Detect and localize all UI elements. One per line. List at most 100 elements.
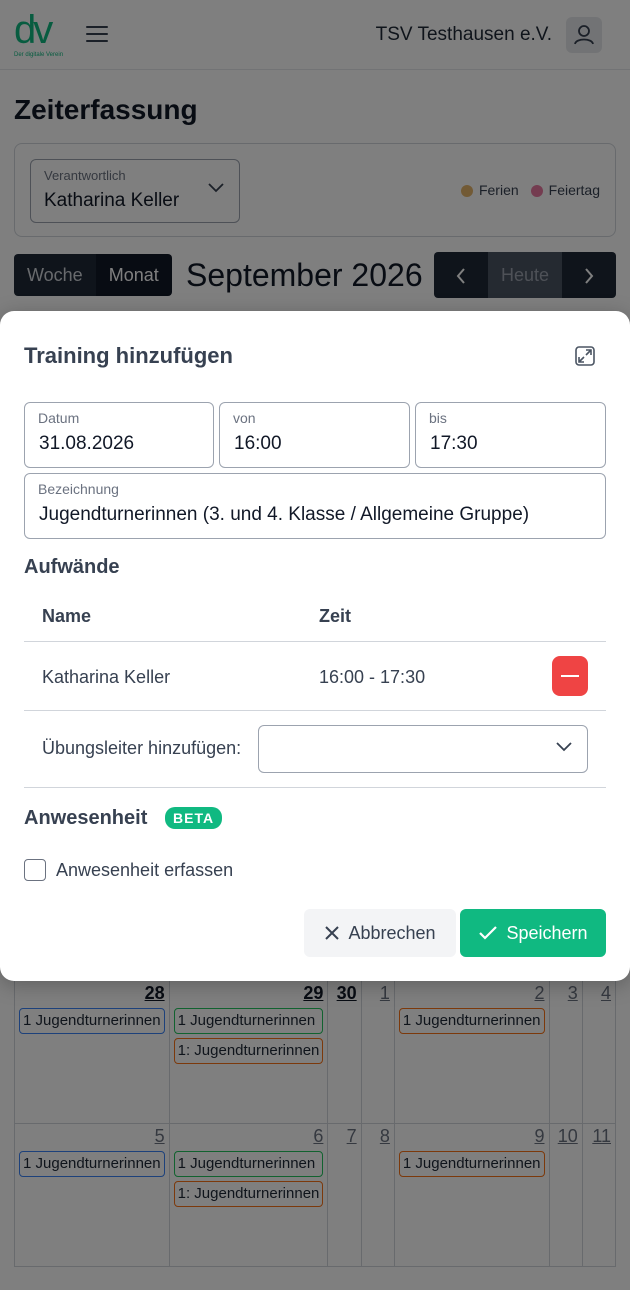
- next-month-button[interactable]: [562, 252, 616, 298]
- calendar-day-number[interactable]: 29: [174, 983, 323, 1004]
- row-name: Katharina Keller: [42, 667, 171, 687]
- attendance-checkbox-label: Anwesenheit erfassen: [56, 859, 234, 880]
- calendar-day-cell[interactable]: 9 1 Jugendturnerinnen: [394, 1124, 550, 1267]
- responsible-label: Verantwortlich: [44, 168, 126, 183]
- calendar-event[interactable]: 1 Jugendturnerinnen: [173, 1151, 324, 1177]
- week-view-button[interactable]: Woche: [14, 254, 96, 296]
- date-field[interactable]: Datum 31.08.2026: [24, 402, 214, 468]
- page-title: Zeiterfassung: [14, 94, 198, 125]
- table-header: Name Zeit: [24, 588, 606, 642]
- calendar-event[interactable]: 1 Jugendturnerinnen: [398, 1151, 545, 1177]
- save-button[interactable]: Speichern: [460, 909, 606, 957]
- prev-month-button[interactable]: [434, 252, 488, 298]
- user-icon: [574, 25, 594, 45]
- table-row: Katharina Keller 16:00 - 17:30: [24, 642, 606, 711]
- calendar-day-cell[interactable]: 30: [328, 981, 362, 1124]
- expenses-heading: Aufwände: [24, 556, 120, 578]
- time-from-field[interactable]: von 16:00: [219, 402, 410, 468]
- responsible-select[interactable]: Verantwortlich Katharina Keller: [30, 159, 240, 223]
- view-toggle: Woche Monat: [14, 254, 172, 296]
- calendar-day-cell[interactable]: 6 1 Jugendturnerinnen 1: Jugendturnerinnen: [169, 1124, 329, 1267]
- legend-ferien: Ferien: [460, 182, 519, 198]
- calendar-event[interactable]: 1: Jugendturnerinnen: [173, 1038, 324, 1064]
- today-button[interactable]: Heute: [488, 252, 562, 298]
- cancel-label: Abbrechen: [348, 922, 436, 943]
- calendar-day-number[interactable]: 11: [587, 1126, 611, 1147]
- calendar-day-number[interactable]: 5: [19, 1126, 165, 1147]
- date-value: 31.08.2026: [39, 433, 135, 454]
- time-from-value: 16:00: [234, 433, 282, 454]
- hamburger-menu-icon[interactable]: [86, 26, 108, 44]
- title-value: Jugendturnerinnen (3. und 4. Klasse / Al…: [39, 504, 530, 525]
- attendance-checkbox-row[interactable]: Anwesenheit erfassen: [24, 859, 233, 881]
- club-name: TSV Testhausen e.V.: [375, 24, 552, 45]
- user-avatar-button[interactable]: [566, 17, 602, 53]
- title-field[interactable]: Bezeichnung Jugendturnerinnen (3. und 4.…: [24, 473, 606, 539]
- modal-title: Training hinzufügen: [24, 343, 233, 368]
- legend-feiertag: Feiertag: [530, 182, 600, 198]
- row-time: 16:00 - 17:30: [319, 667, 426, 687]
- expand-button[interactable]: [574, 345, 596, 367]
- calendar-day-cell[interactable]: 2 1 Jugendturnerinnen: [394, 981, 550, 1124]
- add-training-modal: Training hinzufügen Datum 31.08.2026 von…: [0, 311, 630, 981]
- save-label: Speichern: [506, 922, 588, 943]
- add-trainer-select[interactable]: [258, 725, 588, 773]
- calendar-event[interactable]: 1 Jugendturnerinnen: [398, 1008, 545, 1034]
- time-to-label: bis: [429, 410, 447, 426]
- month-title: September 2026: [186, 257, 423, 293]
- logo-tagline: Der digitale Verein: [14, 52, 64, 58]
- time-to-value: 17:30: [430, 433, 478, 454]
- calendar-day-cell[interactable]: 28 1 Jugendturnerinnen: [15, 981, 170, 1124]
- col-time-header: Zeit: [319, 606, 352, 626]
- calendar-day-cell[interactable]: 10: [549, 1124, 583, 1267]
- add-trainer-label: Übungsleiter hinzufügen:: [42, 738, 242, 758]
- calendar-day-number[interactable]: 9: [399, 1126, 544, 1147]
- chevron-down-icon: [208, 183, 224, 193]
- title-label: Bezeichnung: [38, 481, 119, 497]
- attendance-heading: Anwesenheit: [24, 807, 148, 829]
- calendar-nav: Heute: [434, 252, 616, 298]
- calendar-day-cell[interactable]: 8: [361, 1124, 395, 1267]
- calendar-day-number[interactable]: 8: [366, 1126, 390, 1147]
- calendar-day-number[interactable]: 10: [554, 1126, 578, 1147]
- calendar-event[interactable]: 1 Jugendturnerinnen: [173, 1008, 324, 1034]
- calendar-day-number[interactable]: 28: [19, 983, 165, 1004]
- calendar-day-number[interactable]: 3: [554, 983, 578, 1004]
- calendar-day-cell[interactable]: 11: [582, 1124, 616, 1267]
- expenses-table: Name Zeit Katharina Keller 16:00 - 17:30…: [24, 588, 606, 788]
- beta-badge: BETA: [165, 807, 223, 829]
- filter-card: Verantwortlich Katharina Keller Ferien F…: [14, 143, 616, 237]
- calendar-day-cell[interactable]: 5 1 Jugendturnerinnen: [15, 1124, 170, 1267]
- calendar-day-cell[interactable]: 1: [361, 981, 395, 1124]
- time-to-field[interactable]: bis 17:30: [415, 402, 606, 468]
- calendar-event[interactable]: 1 Jugendturnerinnen: [19, 1008, 165, 1034]
- logo-mark: dv: [14, 8, 53, 52]
- expand-icon: [575, 346, 595, 366]
- calendar-week-row: 28 1 Jugendturnerinnen 29 1 Jugendturnerinn…: [15, 981, 616, 1124]
- calendar-day-number[interactable]: 30: [332, 983, 357, 1004]
- month-calendar: 28 1 Jugendturnerinnen 29 1 Jugendturnerinn…: [14, 980, 616, 1267]
- close-icon: [325, 926, 340, 940]
- calendar-day-cell[interactable]: 3: [549, 981, 583, 1124]
- calendar-day-number[interactable]: 2: [399, 983, 544, 1004]
- month-view-button[interactable]: Monat: [95, 254, 172, 296]
- calendar-day-cell[interactable]: 7: [328, 1124, 362, 1267]
- time-from-label: von: [233, 410, 256, 426]
- cancel-button[interactable]: Abbrechen: [304, 909, 456, 957]
- calendar-day-number[interactable]: 1: [366, 983, 390, 1004]
- calendar-day-number[interactable]: 7: [332, 1126, 357, 1147]
- calendar-day-cell[interactable]: 29 1 Jugendturnerinnen 1: Jugendturnerinne…: [169, 981, 329, 1124]
- calendar-day-number[interactable]: 6: [174, 1126, 323, 1147]
- chevron-down-icon: [556, 742, 572, 752]
- calendar-event[interactable]: 1: Jugendturnerinnen: [173, 1181, 324, 1207]
- chevron-left-icon: [456, 268, 465, 284]
- attendance-checkbox[interactable]: [24, 859, 46, 881]
- col-name-header: Name: [42, 606, 92, 626]
- calendar-day-cell[interactable]: 4: [582, 981, 616, 1124]
- remove-row-button[interactable]: [552, 656, 588, 696]
- calendar-day-number[interactable]: 4: [587, 983, 611, 1004]
- add-trainer-row: Übungsleiter hinzufügen:: [24, 711, 606, 788]
- calendar-event[interactable]: 1 Jugendturnerinnen: [19, 1151, 165, 1177]
- check-icon: [479, 926, 498, 940]
- app-logo[interactable]: dv Der digitale Verein: [14, 10, 66, 60]
